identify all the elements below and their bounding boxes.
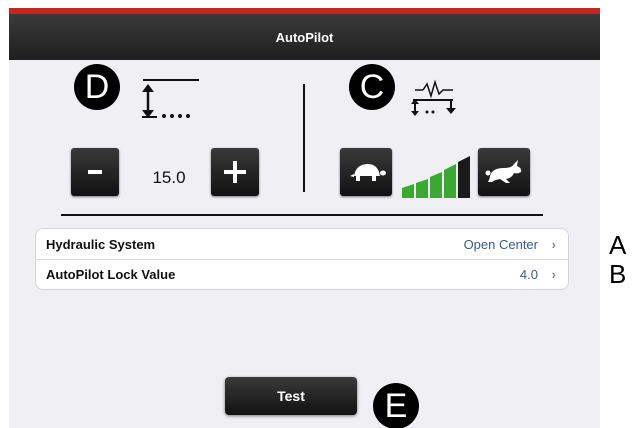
turtle-icon xyxy=(350,164,386,181)
increase-button[interactable] xyxy=(211,148,259,196)
slow-response-button[interactable] xyxy=(340,148,392,196)
decrease-button[interactable] xyxy=(71,148,119,196)
callout-e: E xyxy=(373,383,419,428)
setting-value: Open Center xyxy=(463,236,538,252)
callout-d: D xyxy=(74,64,120,110)
chevron-right-icon: › xyxy=(551,236,556,252)
response-graph-icon xyxy=(411,79,456,116)
level-bar-2 xyxy=(416,179,428,198)
plus-icon xyxy=(211,148,259,196)
callout-d-letter: D xyxy=(84,67,110,106)
rabbit-icon xyxy=(485,160,522,183)
height-adjust-icon xyxy=(142,79,199,118)
setting-value: 4.0 xyxy=(519,266,538,282)
settings-list: Hydraulic System Open Center › AutoPilot… xyxy=(35,228,569,290)
chevron-right-icon: › xyxy=(551,266,556,282)
callout-e-letter: E xyxy=(384,386,408,425)
setting-label: AutoPilot Lock Value xyxy=(46,266,176,282)
title-bar: AutoPilot xyxy=(9,14,600,60)
minus-icon xyxy=(88,170,102,174)
test-button-label: Test xyxy=(277,388,305,404)
response-level-meter xyxy=(402,156,470,198)
level-bar-1 xyxy=(402,184,414,198)
level-bar-5 xyxy=(458,156,470,198)
vertical-divider xyxy=(303,84,305,192)
window-title: AutoPilot xyxy=(275,29,334,45)
section-divider xyxy=(61,214,543,216)
level-bar-3 xyxy=(430,172,442,198)
setting-row-lock-value[interactable]: AutoPilot Lock Value 4.0 › xyxy=(36,259,568,289)
callout-c: C xyxy=(349,64,395,110)
setting-label: Hydraulic System xyxy=(46,236,156,252)
callout-c-letter: C xyxy=(359,67,385,106)
height-value: 15.0 xyxy=(152,168,186,187)
autopilot-window: AutoPilot D 15.0 C Hydraulic System Open… xyxy=(9,8,600,428)
side-label-b: B xyxy=(609,259,627,289)
test-button[interactable]: Test xyxy=(225,377,357,415)
fast-response-button[interactable] xyxy=(478,148,530,196)
setting-row-hydraulic-system[interactable]: Hydraulic System Open Center › xyxy=(36,229,568,260)
level-bar-4 xyxy=(444,164,456,198)
side-label-a: A xyxy=(609,230,627,260)
